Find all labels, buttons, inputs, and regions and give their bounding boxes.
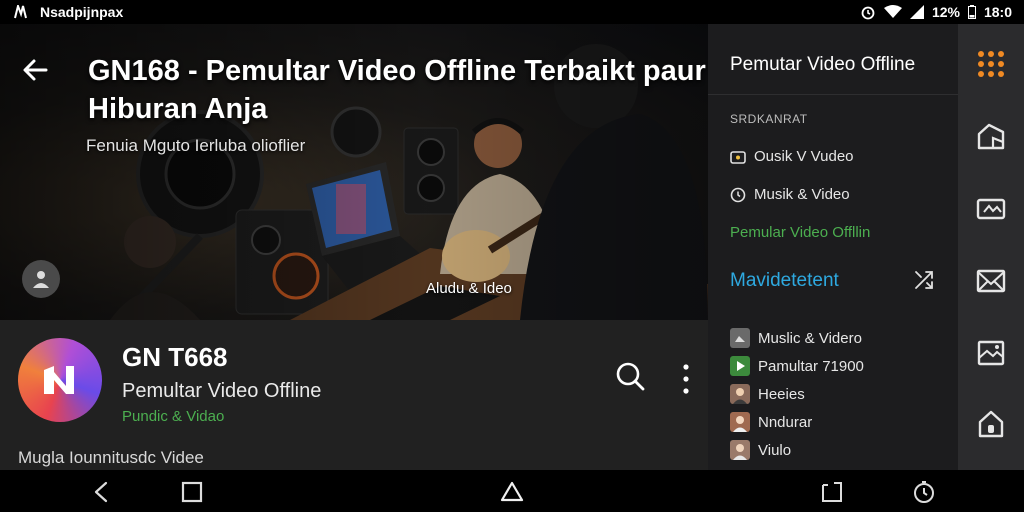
panel-divider — [708, 94, 958, 95]
status-time: 18:0 — [983, 4, 1012, 20]
nav-timer-icon[interactable] — [912, 480, 936, 504]
media-item-label: Viulo — [758, 441, 792, 459]
panel-item-musik-video[interactable]: Musik & Video — [730, 186, 850, 203]
system-nav-bar — [0, 470, 1024, 512]
battery-icon — [967, 5, 976, 19]
media-item[interactable]: Viulo — [730, 440, 791, 460]
alarm-icon — [861, 6, 875, 20]
media-item-label: Nndurar — [758, 413, 813, 431]
grid-apps-icon[interactable] — [975, 48, 1007, 80]
panel-subheader: Mavidetetent — [730, 270, 839, 291]
mail-icon[interactable] — [975, 264, 1007, 296]
media-item[interactable]: Muslic & Videro — [730, 328, 862, 348]
media-item[interactable]: Nndurar — [730, 412, 812, 432]
panel-item-label: Ousik V Vudeo — [754, 148, 854, 165]
hero-caption: Aludu & Ideo — [426, 280, 512, 297]
play-thumbnail-icon — [730, 356, 750, 376]
channel-logo[interactable] — [18, 338, 102, 422]
nav-rotate-icon[interactable] — [820, 480, 844, 504]
back-arrow-icon[interactable] — [20, 54, 52, 86]
channel-footer-text: Mugla Iounnitusdc Videe — [18, 448, 204, 467]
home-folder-icon[interactable] — [975, 120, 1007, 152]
battery-percent: 12% — [931, 4, 960, 20]
media-item[interactable]: Heeies — [730, 384, 805, 404]
media-item-label: Muslic & Videro — [758, 329, 862, 347]
panel-title: Pemutar Video Offline — [730, 54, 916, 75]
user-avatar[interactable] — [22, 260, 60, 298]
more-vertical-icon[interactable] — [678, 362, 694, 396]
signal-icon — [909, 5, 924, 19]
person-thumbnail-icon — [730, 412, 750, 432]
hero-subtitle: Fenuia Mguto Ierluba olioflier — [86, 136, 306, 155]
image-icon[interactable] — [975, 336, 1007, 368]
shuffle-icon[interactable] — [912, 268, 936, 292]
status-bar: Nsadpijnpax 12% 18:0 — [0, 0, 1024, 24]
nav-overview-icon[interactable] — [180, 480, 204, 504]
person-thumbnail-icon — [730, 440, 750, 460]
hero-banner[interactable]: GN168 - Pemultar Video Offline Terbaikt … — [0, 24, 708, 320]
media-thumbnail-icon — [730, 328, 750, 348]
person-icon — [33, 271, 49, 288]
search-icon[interactable] — [614, 360, 646, 392]
channel-category: Pundic & Vidao — [122, 408, 225, 425]
media-item-label: Pamultar 71900 — [758, 357, 864, 375]
person-thumbnail-icon — [730, 384, 750, 404]
side-panel: Pemutar Video Offline SRDKANRAT Ousik V … — [708, 24, 958, 470]
channel-info: GN T668 Pemultar Video Offline Pundic & … — [0, 320, 708, 470]
media-item[interactable]: Pamultar 71900 — [730, 356, 864, 376]
media-item-label: Heeies — [758, 385, 805, 403]
tv-icon — [730, 150, 746, 164]
channel-name: GN T668 — [122, 342, 228, 372]
nav-back-icon[interactable] — [90, 480, 114, 504]
status-app-label: Nsadpijnpax — [40, 4, 124, 20]
app-notification-icon — [14, 5, 27, 19]
panel-item-label: Musik & Video — [754, 186, 850, 203]
page-title: GN168 - Pemultar Video Offline Terbaikt … — [88, 55, 706, 125]
house-icon[interactable] — [975, 408, 1007, 440]
clock-icon — [730, 187, 746, 202]
video-icon[interactable] — [975, 192, 1007, 224]
wifi-icon — [883, 5, 902, 18]
panel-section-label: SRDKANRAT — [730, 112, 808, 126]
nav-home-icon[interactable] — [500, 480, 524, 504]
panel-item-label: Pemular Video Offllin — [730, 224, 871, 241]
right-rail — [958, 24, 1024, 470]
app-logo-icon — [44, 366, 74, 394]
panel-item-ousik-vudeo[interactable]: Ousik V Vudeo — [730, 148, 854, 165]
panel-item-pemular-video[interactable]: Pemular Video Offllin — [730, 224, 870, 241]
channel-description: Pemultar Video Offline — [122, 380, 322, 402]
